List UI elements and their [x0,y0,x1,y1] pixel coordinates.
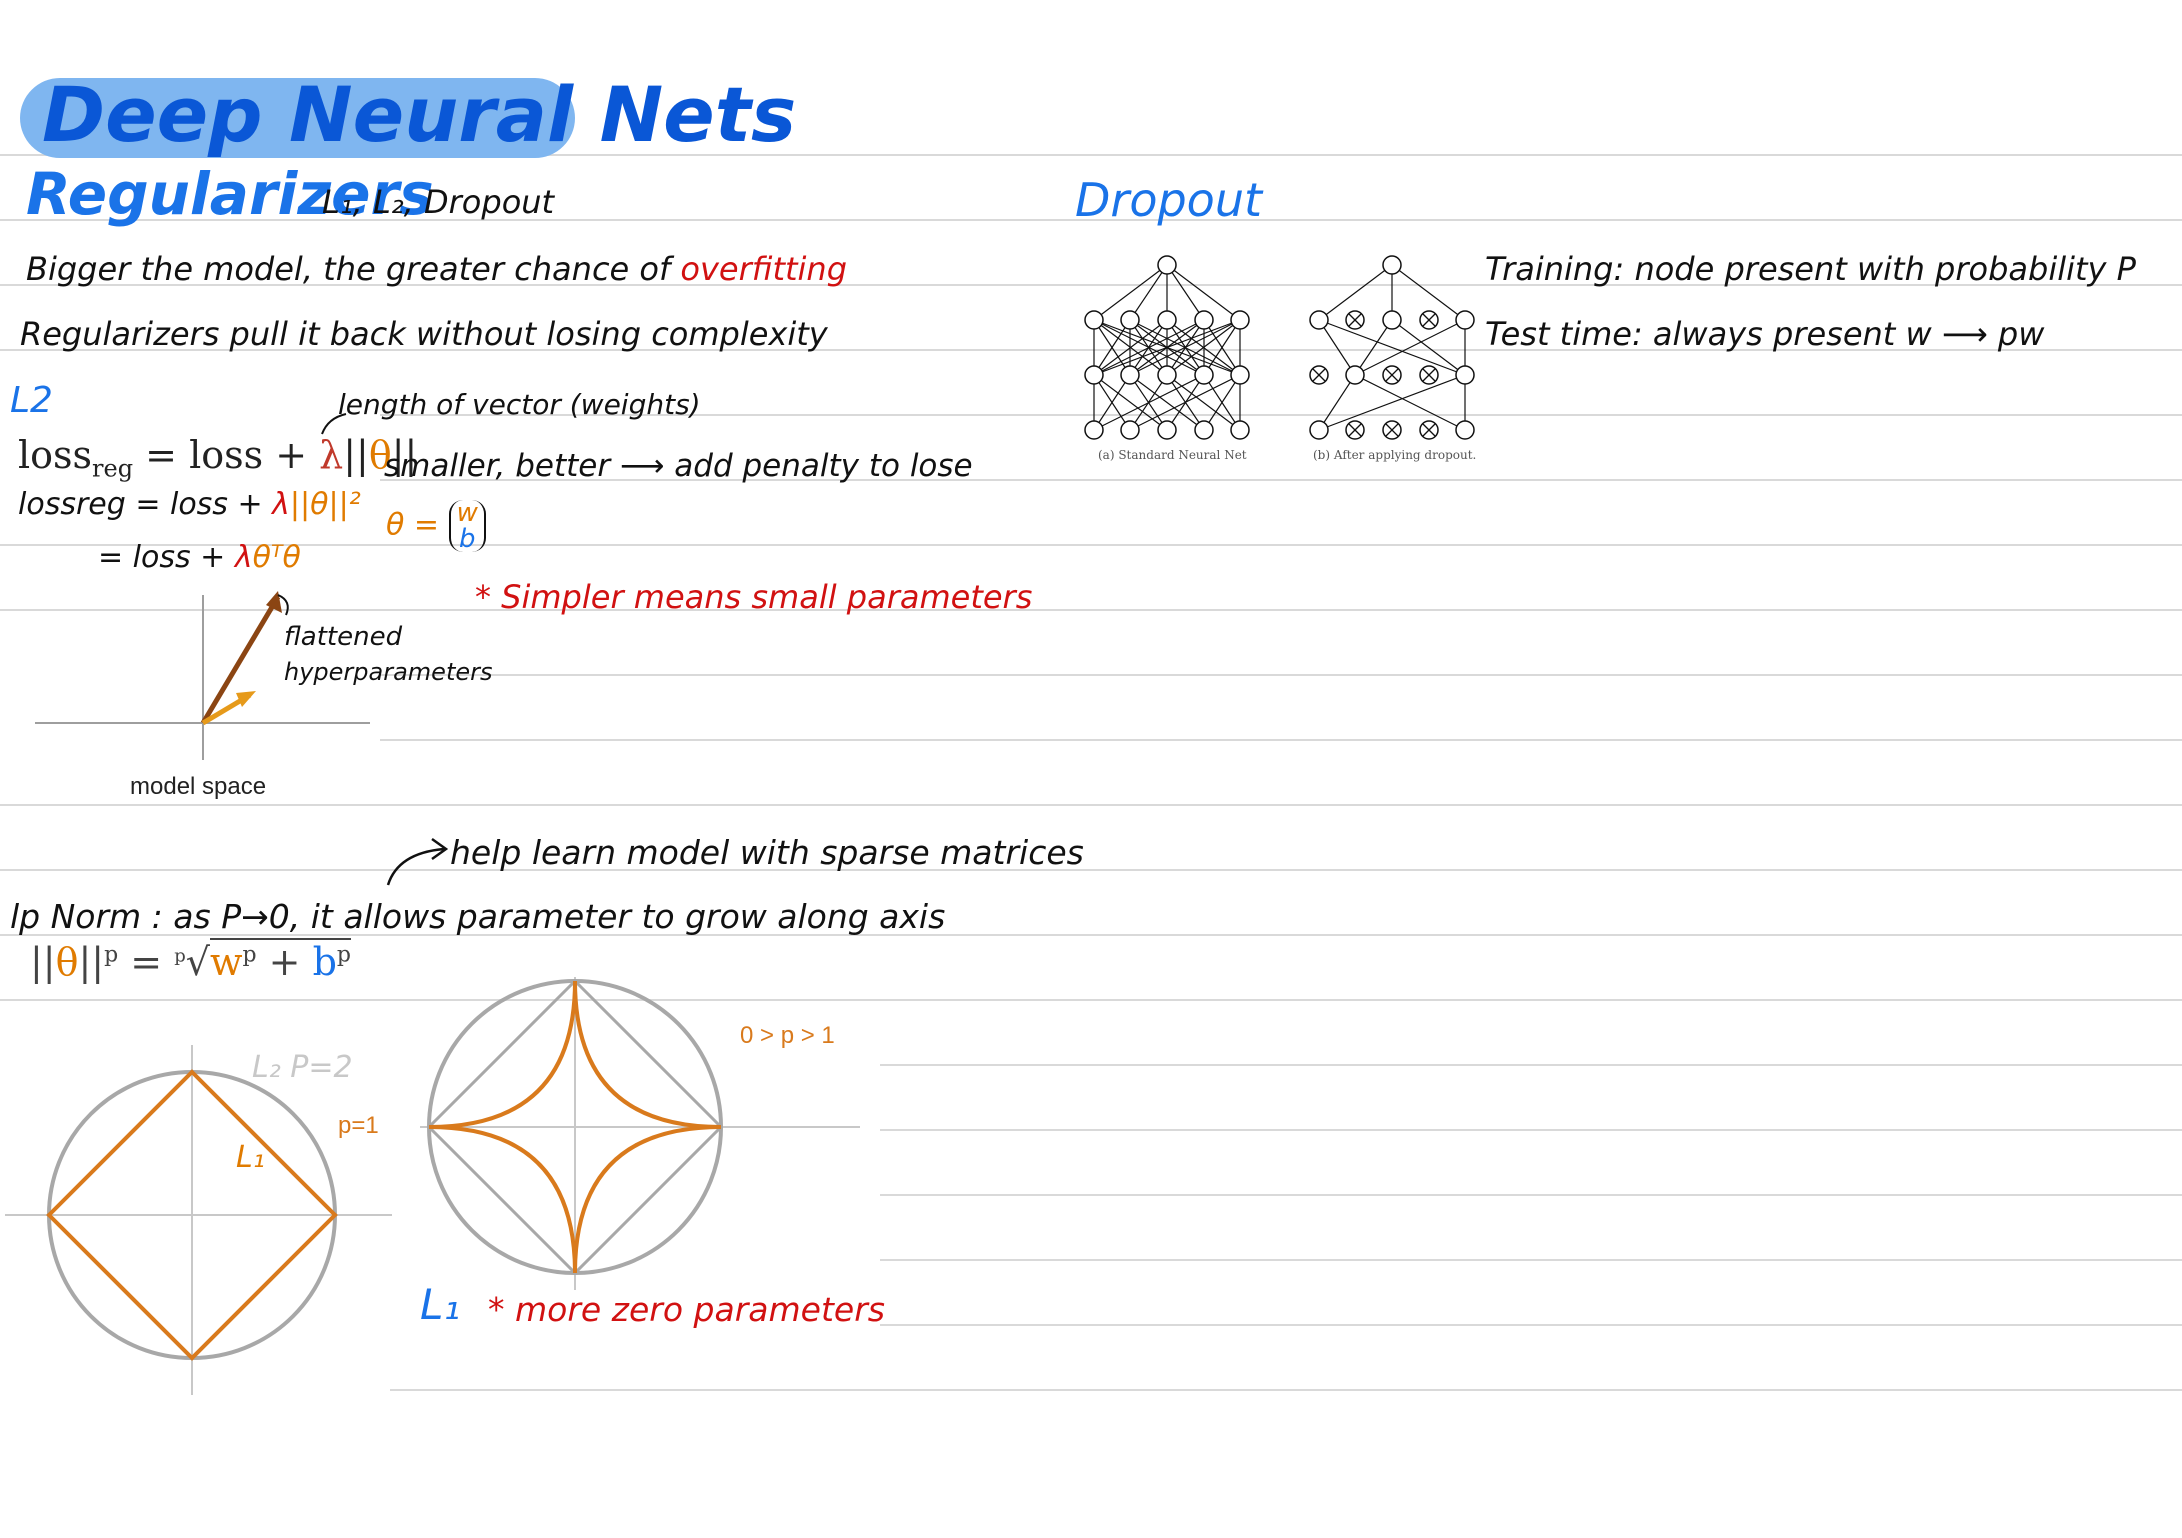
zero-note: * more zero parameters [488,1290,885,1329]
lp-w: w [209,940,243,984]
range-label: 0 > p > 1 [740,1022,835,1049]
length-note: length of vector (weights) [338,388,701,421]
training-note: Training: node present with probability … [1485,250,2136,288]
simpler-note: * Simpler means small parameters [475,578,1033,616]
test-time-note: Test time: always present w ⟶ pw [1485,315,2045,353]
intro-line-1-text: Bigger the model, the greater chance of [26,250,671,288]
dropout-net-caption: (b) After applying dropout. [1313,448,1477,462]
theta-eq: θ = [386,507,440,543]
lp-b: b [312,940,337,984]
l1-l2-norm-diagram [5,1045,392,1395]
lp-root-sign: √ [185,940,210,984]
standard-net-diagram [1084,255,1250,440]
overfitting-highlight: overfitting [680,250,848,288]
formula2-prefix: lossreg = loss + [18,487,273,522]
section-subtitle: L₁, L₂, Dropout [322,183,555,221]
lp-b-exp: p [336,942,351,968]
sparse-note: help learn model with sparse matrices [450,833,1084,872]
formula-norm-open: || [343,433,369,477]
p1-label: p=1 [338,1112,379,1139]
intro-line-2: Regularizers pull it back without losing… [20,315,828,353]
lp-formula-theta: θ [55,940,79,984]
lp-formula: ||θ||p = p√wp + bp [30,938,351,984]
page-title: Deep Neural Nets [42,70,797,159]
dropout-heading: Dropout [1075,173,1263,227]
model-space-label: model space [130,773,267,800]
formula3-theta: θᵀθ [252,540,301,575]
formula3-prefix: = loss + [98,540,235,575]
standard-net-caption: (a) Standard Neural Net [1098,448,1247,462]
smaller-note: smaller, better ⟶ add penalty to lose [384,448,973,484]
lp-root-index: p [174,945,186,967]
formula-reg-subscript: reg [92,454,134,483]
lp-formula-exponent: p [104,942,119,968]
theta-vector: θ = w b [386,500,486,552]
formula-lambda: λ [319,433,344,477]
lp-formula-close: || [78,940,105,984]
sparse-note-arrow [386,837,449,886]
flattened-note-1: flattened [284,622,403,652]
l2-heading: L2 [10,380,53,421]
formula3-lambda: λ [234,540,253,575]
lp-radicand: wp + bp [209,938,351,984]
formula2-lambda: λ [272,487,290,522]
large-weight-vector [200,595,281,725]
l2-p2-label: L₂ P=2 [252,1050,353,1085]
l1-label: L₁ [236,1140,265,1175]
formula2-norm: ||θ||² [289,487,361,522]
theta-paren: w b [448,498,486,554]
l2-formula-main: lossreg = loss + λ||θ|| [18,433,417,483]
lp-heading: lp Norm : as P→0, it allows parameter to… [10,897,946,936]
lp-formula-open: || [30,940,56,984]
l1-bottom-label: L₁ [420,1280,461,1329]
intro-line-1: Bigger the model, the greater chance of … [26,250,847,288]
lp-formula-equals: = [118,940,175,984]
lp-plus: + [256,940,313,984]
l2-formula-line-2: lossreg = loss + λ||θ||² [18,487,361,522]
formula-loss: loss [18,433,93,477]
formula-equals: = loss + [133,433,320,477]
flattened-note-2: hyperparameters [284,658,493,686]
theta-w: w [456,498,478,528]
theta-b: b [458,524,476,554]
l2-formula-line-3: = loss + λθᵀθ [98,540,301,575]
lp-w-exp: p [242,942,257,968]
dropout-net-diagram [1309,255,1475,440]
